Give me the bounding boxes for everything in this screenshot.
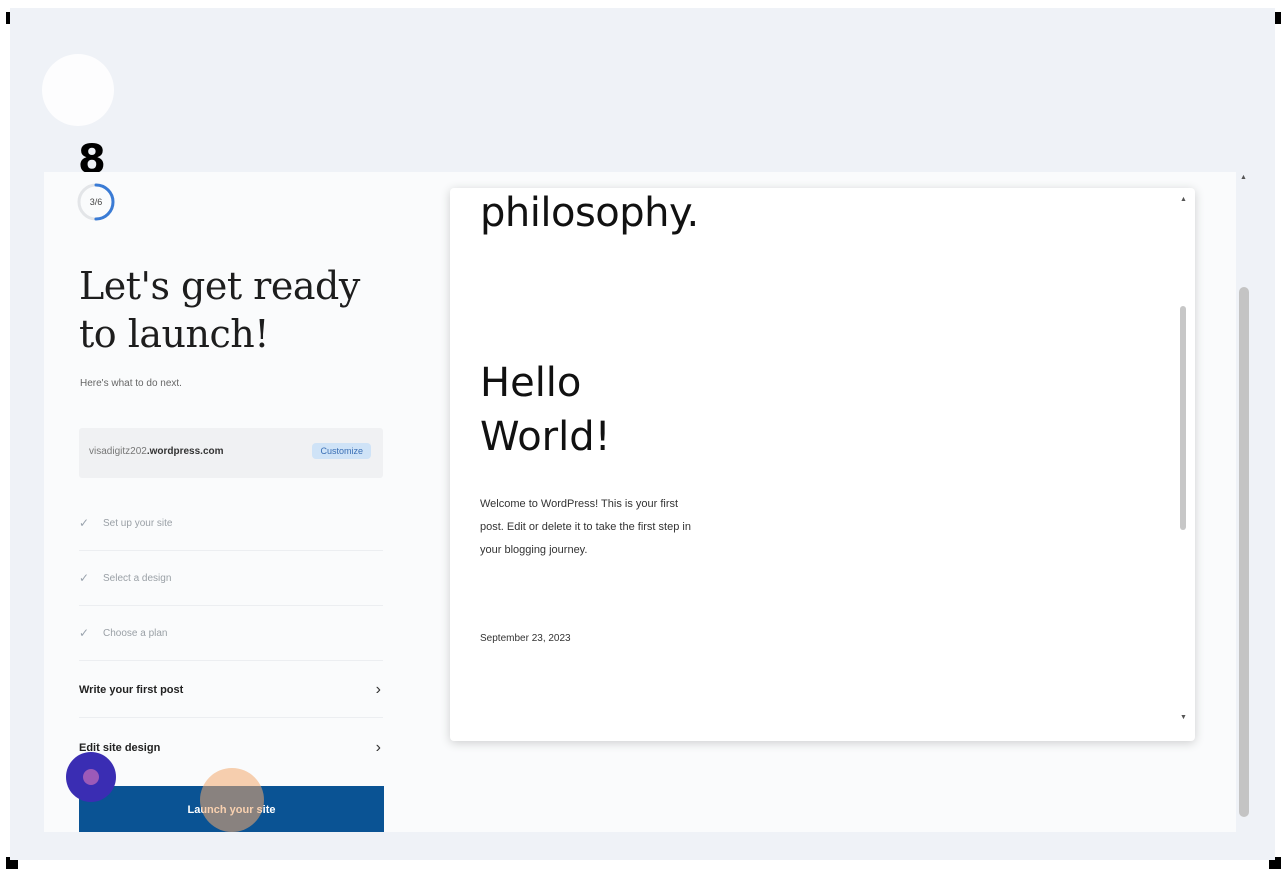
preview-scroll-thumb[interactable]: [1180, 306, 1186, 530]
task-label: Write your first post: [79, 684, 184, 696]
scroll-up-arrow-icon[interactable]: ▲: [1240, 174, 1247, 181]
post-excerpt: Welcome to WordPress! This is your first…: [480, 498, 691, 556]
checkmark-icon: ✓: [79, 626, 90, 640]
checkmark-icon: ✓: [79, 571, 90, 585]
scroll-up-arrow-icon[interactable]: ▲: [1180, 196, 1187, 203]
preview-scrollbar[interactable]: ▲ ▼: [1178, 196, 1188, 726]
help-icon: [83, 769, 99, 785]
page-scroll-thumb[interactable]: [1239, 287, 1249, 817]
task-label: Choose a plan: [103, 627, 168, 639]
avatar-placeholder: [42, 54, 114, 126]
task-set-up-site[interactable]: ✓ Set up your site: [79, 496, 383, 551]
domain-card: visadigitz202.wordpress.com Customize: [79, 428, 383, 478]
preview-heading: philosophy.: [480, 190, 699, 236]
page-scrollbar[interactable]: ▲: [1238, 172, 1250, 832]
checkmark-icon: ✓: [79, 516, 90, 530]
page-title: Let's get ready to launch!: [79, 264, 360, 356]
page-subtitle: Here's what to do next.: [80, 378, 182, 389]
scroll-down-arrow-icon[interactable]: ▼: [1180, 714, 1187, 721]
cursor-highlight: [200, 768, 264, 832]
chevron-right-icon: ›: [375, 681, 381, 698]
task-label: Select a design: [103, 572, 172, 584]
post-date: September 23, 2023: [480, 633, 571, 644]
site-domain: visadigitz202.wordpress.com: [89, 446, 224, 457]
site-preview[interactable]: philosophy. Hello World! Welcome to Word…: [450, 188, 1195, 741]
post-title: Hello World!: [480, 360, 611, 460]
task-select-design[interactable]: ✓ Select a design: [79, 551, 383, 606]
task-write-first-post[interactable]: Write your first post ›: [79, 663, 383, 718]
chevron-right-icon: ›: [375, 738, 381, 756]
task-choose-plan[interactable]: ✓ Choose a plan: [79, 606, 383, 661]
customize-domain-button[interactable]: Customize: [312, 443, 371, 459]
task-edit-site-design[interactable]: Edit site design ›: [79, 720, 383, 775]
progress-label: 3/6: [89, 197, 103, 207]
task-label: Set up your site: [103, 517, 173, 529]
help-chat-button[interactable]: [66, 752, 116, 802]
